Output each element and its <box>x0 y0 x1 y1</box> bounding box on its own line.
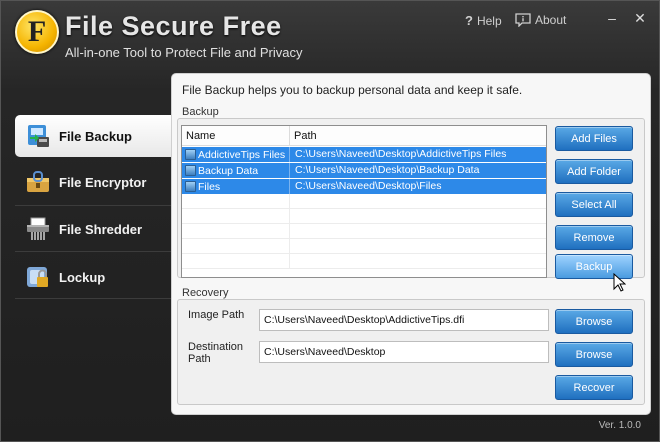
sidebar-divider <box>15 205 171 206</box>
sidebar-item-label: Lockup <box>59 269 106 285</box>
destination-label-line1: Destination <box>188 341 244 353</box>
app-title: File Secure Free <box>65 11 282 41</box>
row-name: Backup Data <box>198 164 259 177</box>
lock-icon <box>27 267 48 287</box>
destination-label-line2: Path <box>188 353 211 365</box>
destination-path-label: Destination Path <box>188 341 243 365</box>
folder-icon <box>185 165 196 176</box>
row-path: C:\Users\Naveed\Desktop\Backup Data <box>295 164 480 176</box>
add-folder-button[interactable]: Add Folder <box>555 159 633 184</box>
sidebar-item-label: File Backup <box>59 128 132 144</box>
sidebar-item-file-backup[interactable]: File Backup <box>15 115 171 157</box>
sidebar-item-file-encryptor[interactable]: File Encryptor <box>15 161 171 203</box>
sidebar-item-file-shredder[interactable]: File Shredder <box>15 208 171 250</box>
encryptor-icon <box>27 171 49 192</box>
recover-button[interactable]: Recover <box>555 375 633 400</box>
table-row[interactable]: Backup Data C:\Users\Naveed\Desktop\Back… <box>182 163 546 178</box>
backup-section-label: Backup <box>182 106 219 118</box>
minimize-icon: – <box>608 10 616 26</box>
folder-icon <box>185 181 196 192</box>
mouse-cursor-icon <box>613 273 626 292</box>
image-path-label: Image Path <box>188 309 245 321</box>
sidebar-item-lockup[interactable]: Lockup <box>15 256 171 298</box>
empty-row <box>182 239 546 254</box>
help-button[interactable]: ? Help <box>465 13 502 28</box>
sidebar-item-label: File Shredder <box>59 221 143 237</box>
empty-row <box>182 194 546 209</box>
sidebar-item-label: File Encryptor <box>59 174 147 190</box>
about-label: About <box>535 13 567 27</box>
app-logo: F <box>15 10 59 54</box>
backup-file-list[interactable]: Name Path AddictiveTips Files C:\Users\N… <box>181 125 547 278</box>
shredder-icon <box>27 217 49 240</box>
about-button[interactable]: About <box>515 13 566 27</box>
browse-image-button[interactable]: Browse <box>555 309 633 334</box>
app-subtitle: All-in-one Tool to Protect File and Priv… <box>65 45 303 60</box>
browse-destination-button[interactable]: Browse <box>555 342 633 367</box>
column-header-name[interactable]: Name <box>182 126 290 145</box>
table-row[interactable]: Files C:\Users\Naveed\Desktop\Files <box>182 179 546 194</box>
app-window: F File Secure Free All-in-one Tool to Pr… <box>0 0 660 442</box>
logo-letter: F <box>27 15 47 48</box>
panel-description: File Backup helps you to backup personal… <box>182 83 523 97</box>
select-all-button[interactable]: Select All <box>555 192 633 217</box>
image-path-field[interactable]: C:\Users\Naveed\Desktop\AddictiveTips.df… <box>259 309 549 331</box>
empty-row <box>182 254 546 269</box>
row-name: AddictiveTips Files <box>198 148 286 161</box>
sidebar-divider <box>15 298 171 299</box>
close-icon: ✕ <box>634 9 646 26</box>
table-row[interactable]: AddictiveTips Files C:\Users\Naveed\Desk… <box>182 147 546 162</box>
minimize-button[interactable]: – <box>603 9 621 27</box>
question-icon: ? <box>465 13 473 28</box>
version-label: Ver. 1.0.0 <box>598 420 641 431</box>
sidebar-divider <box>15 251 171 252</box>
row-name: Files <box>198 180 221 193</box>
close-button[interactable]: ✕ <box>631 9 649 27</box>
recovery-section-label: Recovery <box>182 287 229 299</box>
list-header: Name Path <box>182 126 546 146</box>
row-path: C:\Users\Naveed\Desktop\AddictiveTips Fi… <box>295 148 507 160</box>
column-header-path[interactable]: Path <box>290 126 546 145</box>
add-files-button[interactable]: Add Files <box>555 126 633 151</box>
folder-icon <box>185 149 196 160</box>
empty-row <box>182 224 546 239</box>
remove-button[interactable]: Remove <box>555 225 633 250</box>
speech-bubble-icon <box>515 13 531 27</box>
empty-row <box>182 209 546 224</box>
destination-path-field[interactable]: C:\Users\Naveed\Desktop <box>259 341 549 363</box>
help-label: Help <box>476 13 502 28</box>
backup-icon <box>28 125 49 147</box>
row-path: C:\Users\Naveed\Desktop\Files <box>295 180 442 192</box>
